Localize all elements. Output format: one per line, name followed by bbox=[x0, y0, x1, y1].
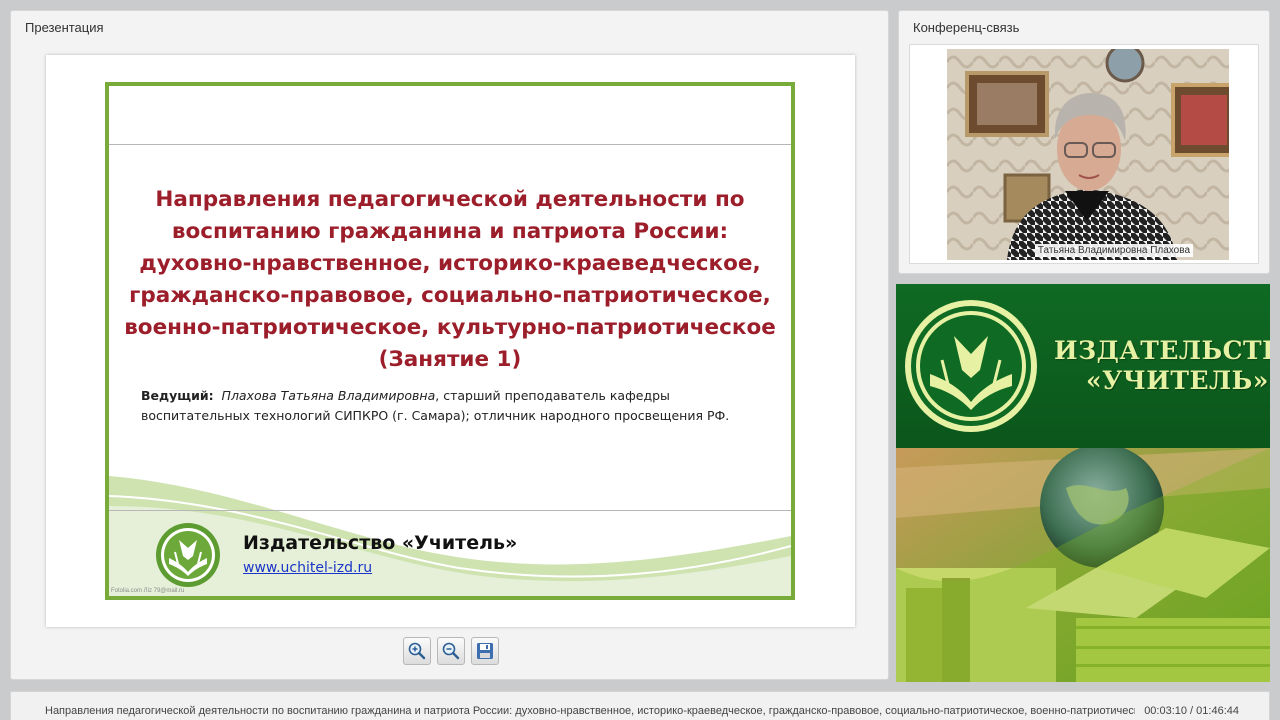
status-webinar-title: Направления педагогической деятельности … bbox=[45, 705, 1135, 717]
save-icon bbox=[477, 643, 493, 659]
slide: Направления педагогической деятельности … bbox=[105, 82, 795, 600]
participant-video[interactable]: Татьяна Владимировна Плахова bbox=[947, 49, 1229, 260]
slide-title: Направления педагогической деятельности … bbox=[124, 187, 776, 372]
publisher-banner: ИЗДАТЕЛЬСТВО «УЧИТЕЛЬ» bbox=[896, 284, 1270, 682]
zoom-in-button[interactable] bbox=[403, 637, 431, 665]
banner-title-line2: «УЧИТЕЛЬ» bbox=[1086, 366, 1269, 395]
conference-panel: Конференц-связь Татьяна Владимировна Пла… bbox=[898, 10, 1270, 274]
slide-publisher-link[interactable]: www.uchitel-izd.ru bbox=[243, 560, 372, 576]
slide-top-divider bbox=[109, 144, 791, 145]
host-name: Плахова Татьяна Владимировна bbox=[221, 388, 436, 403]
slide-viewport[interactable]: Направления педагогической деятельности … bbox=[46, 55, 855, 627]
presentation-panel-title: Презентация bbox=[25, 20, 104, 35]
zoom-out-button[interactable] bbox=[437, 637, 465, 665]
presentation-panel: Презентация Направления педагогической д… bbox=[10, 10, 889, 680]
banner-header: ИЗДАТЕЛЬСТВО «УЧИТЕЛЬ» bbox=[896, 284, 1270, 448]
playback-time: 00:03:10 / 01:46:44 bbox=[1144, 705, 1239, 717]
video-frame: Татьяна Владимировна Плахова bbox=[909, 44, 1259, 264]
zoom-out-icon bbox=[442, 642, 460, 660]
publisher-logo-icon bbox=[156, 523, 220, 587]
conference-panel-title: Конференц-связь bbox=[913, 20, 1020, 35]
zoom-in-icon bbox=[408, 642, 426, 660]
participant-name-label: Татьяна Владимировна Плахова bbox=[1034, 244, 1193, 257]
participant-video-image bbox=[947, 49, 1229, 260]
save-button[interactable] bbox=[471, 637, 499, 665]
banner-title-line1: ИЗДАТЕЛЬСТВО bbox=[1054, 336, 1270, 365]
host-label: Ведущий: bbox=[141, 388, 214, 403]
banner-logo-icon bbox=[905, 300, 1037, 432]
slide-host-info: Ведущий: Плахова Татьяна Владимировна, с… bbox=[141, 386, 751, 426]
banner-books-image bbox=[896, 448, 1270, 682]
status-bar: Направления педагогической деятельности … bbox=[10, 691, 1270, 720]
slide-publisher-name: Издательство «Учитель» bbox=[243, 532, 518, 554]
slide-image-credit: Fotolia.com Лiz 79@mail.ru bbox=[111, 588, 185, 594]
